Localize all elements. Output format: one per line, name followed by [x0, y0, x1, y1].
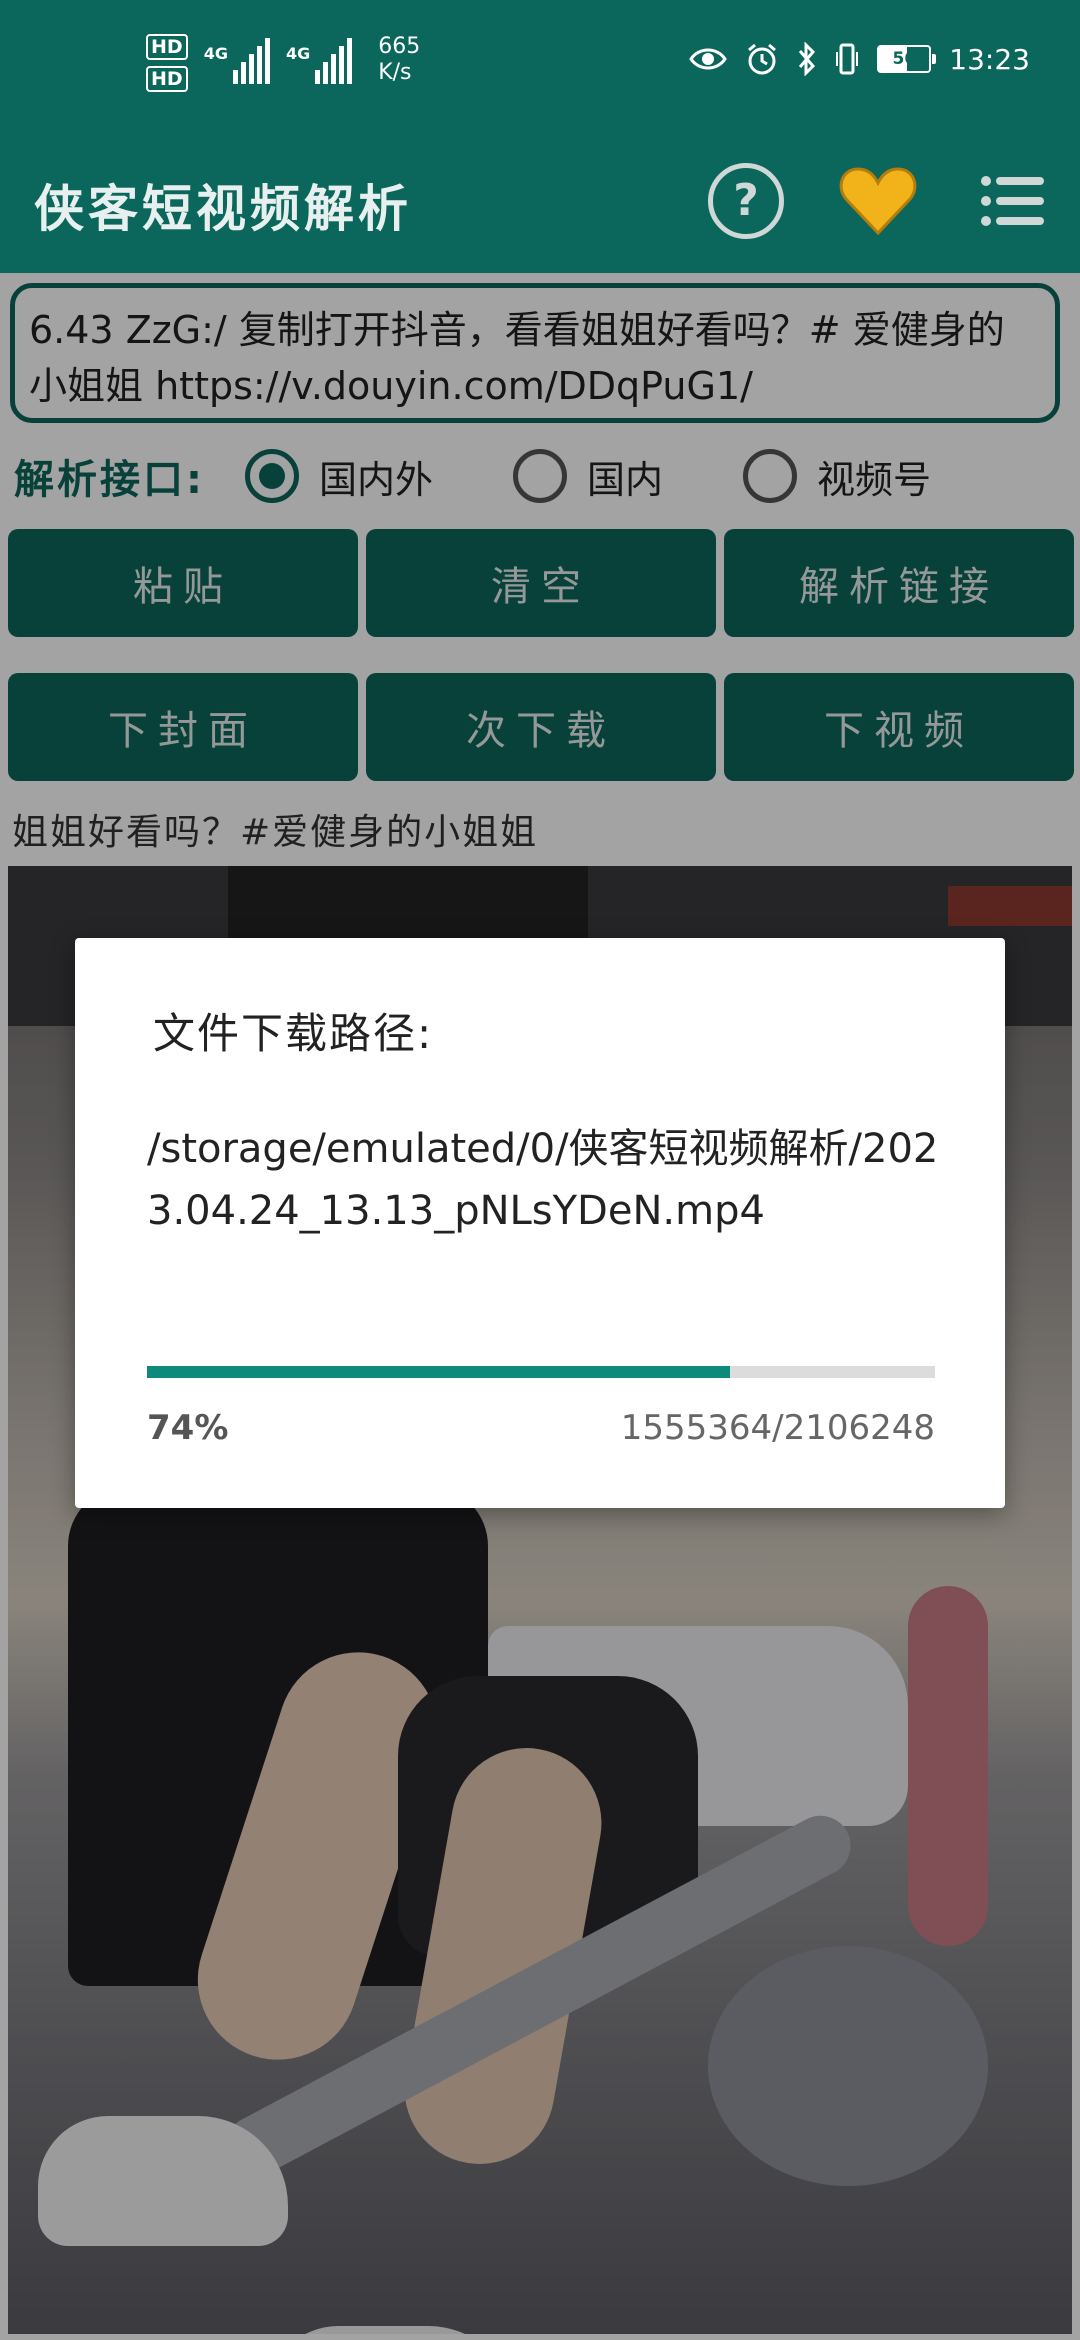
heart-icon [839, 167, 917, 236]
download-progress-bar [147, 1366, 935, 1378]
status-left: HD HD 4G 4G 665 K/s [146, 34, 420, 92]
dialog-title: 文件下载路径: [153, 1009, 434, 1058]
eye-icon [689, 48, 728, 70]
network-speed: 665 K/s [378, 34, 420, 86]
status-right: 56 13:23 [689, 42, 1030, 76]
bluetooth-icon [799, 42, 816, 76]
hd-1-badge: HD [146, 34, 188, 60]
progress-fill [147, 1366, 731, 1378]
sim1-label: 4G [203, 44, 228, 63]
list-menu-icon [981, 176, 1044, 226]
signal-sim2-icon: 4G [285, 34, 353, 84]
progress-bytes: 1555364/2106248 [620, 1408, 935, 1448]
download-progress-dialog: 文件下载路径: /storage/emulated/0/侠客短视频解析/2023… [75, 938, 1005, 1508]
help-button[interactable]: ? [708, 163, 784, 239]
hd-2-badge: HD [146, 66, 188, 92]
clock: 13:23 [949, 42, 1030, 76]
signal-sim1-icon: 4G [204, 34, 270, 84]
network-speed-unit: K/s [378, 60, 412, 85]
download-path: /storage/emulated/0/侠客短视频解析/2023.04.24_1… [147, 1126, 939, 1234]
menu-button[interactable] [980, 173, 1044, 229]
app-title: 侠客短视频解析 [34, 180, 412, 238]
status-bar: HD HD 4G 4G 665 K/s 56 13:23 [0, 0, 1080, 135]
battery-icon: 56 [877, 45, 937, 73]
sim2-label: 4G [285, 44, 311, 63]
favorite-button[interactable] [836, 159, 920, 243]
alarm-icon [748, 43, 777, 75]
battery-percent: 56 [892, 49, 917, 69]
hd-indicators: HD HD [146, 34, 188, 92]
network-speed-value: 665 [378, 34, 421, 59]
help-icon: ? [733, 175, 759, 226]
progress-percent: 74% [147, 1408, 229, 1448]
vibrate-icon [836, 43, 859, 75]
app-bar: 侠客短视频解析 ? [0, 135, 1080, 273]
